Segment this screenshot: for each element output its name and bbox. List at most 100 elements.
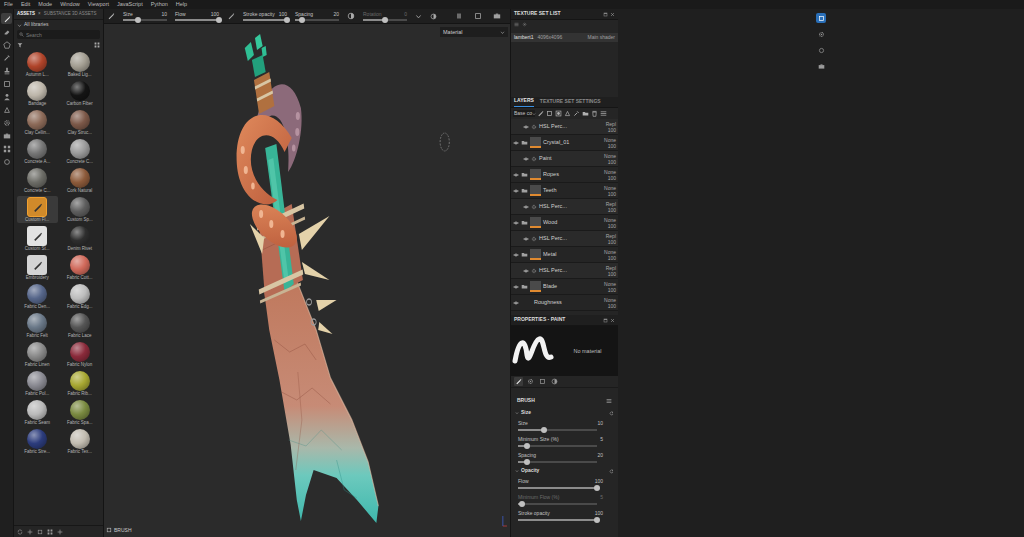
asset-item[interactable]: Embroidery (17, 254, 58, 281)
asset-item[interactable]: Bandage (17, 80, 58, 107)
channel-dropdown[interactable]: Base co (513, 110, 535, 118)
layer-name[interactable]: HSL Perc... (539, 122, 597, 130)
asset-item[interactable]: Fabric Spa... (60, 399, 101, 426)
menu-item[interactable]: Viewport (88, 0, 109, 9)
material-thumbnail[interactable] (70, 52, 90, 72)
slider-track[interactable] (518, 503, 597, 505)
layer-row[interactable]: RopesNone100 (511, 167, 618, 183)
layer-row[interactable]: HSL Perc...Repl100 (511, 231, 618, 247)
layer-row[interactable]: HSL Perc...Repl100 (511, 199, 618, 215)
blend-mode[interactable]: None (604, 249, 616, 255)
layer-opacity[interactable]: 100 (608, 223, 616, 229)
camera-icon[interactable] (1, 130, 12, 141)
slider-knob[interactable] (382, 17, 388, 23)
blend-mode[interactable]: Repl (606, 233, 616, 239)
material-thumbnail[interactable] (70, 139, 90, 159)
brush-parameter[interactable]: Size10 (511, 418, 618, 434)
library-label[interactable]: All libraries (24, 21, 48, 29)
trash-icon[interactable] (591, 110, 598, 117)
half-icon[interactable] (430, 13, 437, 20)
reset-icon[interactable] (609, 469, 614, 474)
blend-mode[interactable]: None (604, 137, 616, 143)
asset-item[interactable]: Fabric Felt (17, 312, 58, 339)
asset-item[interactable]: Fabric Stre... (17, 428, 58, 455)
layer-row[interactable]: TeethNone100 (511, 183, 618, 199)
layer-opacity[interactable]: 100 (608, 191, 616, 197)
asset-item[interactable]: Custom St... (17, 225, 58, 252)
asset-item[interactable]: Fabric Tex... (60, 428, 101, 455)
slider-knob[interactable] (594, 517, 600, 523)
asset-item[interactable]: Fabric Seam (17, 399, 58, 426)
asset-item[interactable]: Fabric Linen (17, 341, 58, 368)
camera-icon[interactable] (491, 11, 502, 22)
menu-icon[interactable] (606, 398, 612, 404)
material-thumbnail[interactable] (27, 168, 47, 188)
brush-icon[interactable] (1, 13, 12, 24)
layer-row[interactable]: WoodNone100 (511, 215, 618, 231)
slider-track[interactable] (243, 19, 287, 21)
brush-parameter[interactable]: Flow100 (511, 476, 618, 492)
layer-name[interactable]: Roughness (534, 298, 597, 306)
eye-icon[interactable] (513, 300, 519, 306)
asset-item[interactable]: Baked Lig... (60, 51, 101, 78)
asset-item[interactable]: Concrete A... (17, 138, 58, 165)
slider-track[interactable] (518, 487, 597, 489)
menu-icon[interactable] (600, 110, 607, 117)
material-thumbnail[interactable] (27, 400, 47, 420)
slider-track[interactable] (363, 19, 407, 21)
gear-icon[interactable] (1, 117, 12, 128)
layer-row[interactable]: undefinedRoughnessNone100 (511, 295, 618, 311)
layer-name[interactable]: Metal (543, 250, 597, 258)
layer-blend[interactable]: None100 (599, 137, 616, 149)
brush-icon[interactable] (107, 12, 115, 20)
plus-icon[interactable] (57, 529, 63, 535)
menu-item[interactable]: File (4, 0, 13, 9)
layer-opacity[interactable]: 100 (608, 287, 616, 293)
plus-icon[interactable] (27, 529, 33, 535)
layer-name[interactable]: Paint (539, 154, 597, 162)
viewport-mode-dropdown[interactable]: Material (440, 27, 508, 37)
parameter-value[interactable]: 5 (600, 494, 603, 500)
grid-icon[interactable] (1, 143, 12, 154)
slider-knob[interactable] (284, 17, 290, 23)
asset-tool-thumbnail[interactable] (27, 255, 47, 275)
square-icon[interactable] (546, 110, 553, 117)
slider-knob[interactable] (524, 459, 530, 465)
eye-icon[interactable] (513, 172, 519, 178)
circle-icon[interactable] (1, 156, 12, 167)
layer-opacity[interactable]: 100 (608, 159, 616, 165)
layers-tab[interactable]: TEXTURE SET SETTINGS (540, 98, 601, 108)
brush-icon[interactable] (514, 377, 523, 386)
asset-item[interactable]: Concrete C... (60, 138, 101, 165)
asset-item[interactable]: Fabric Cott... (60, 254, 101, 281)
circle-icon[interactable] (816, 45, 826, 55)
slider-track[interactable] (518, 429, 597, 431)
material-thumbnail[interactable] (70, 110, 90, 130)
square-icon[interactable] (37, 529, 43, 535)
menu-item[interactable]: Window (60, 0, 80, 9)
slider-knob[interactable] (541, 427, 547, 433)
blend-mode[interactable]: None (604, 281, 616, 287)
menu-item[interactable]: Help (176, 0, 187, 9)
layer-opacity[interactable]: 100 (608, 239, 616, 245)
asset-item[interactable]: Fabric Edg... (60, 283, 101, 310)
slider-knob[interactable] (299, 17, 305, 23)
grid-icon[interactable] (47, 529, 53, 535)
assets-tab[interactable]: SUBSTANCE 3D ASSETS (44, 11, 97, 18)
close-icon[interactable] (610, 12, 615, 17)
asset-item[interactable]: Autumn L... (17, 51, 58, 78)
blend-mode[interactable]: None (604, 185, 616, 191)
slider-knob[interactable] (594, 485, 600, 491)
layer-name[interactable]: Ropes (543, 170, 597, 178)
sync-icon[interactable] (17, 529, 23, 535)
toolbar-slider[interactable]: Spacing20 (295, 11, 339, 21)
slider-value[interactable]: 20 (333, 11, 339, 17)
square-icon[interactable] (472, 11, 483, 22)
layer-blend[interactable]: Repl100 (599, 265, 616, 277)
eye-icon[interactable] (523, 204, 529, 210)
slider-track[interactable] (175, 19, 219, 21)
brush-icon[interactable] (537, 110, 544, 117)
material-thumbnail[interactable] (27, 110, 47, 130)
asset-item[interactable]: Cork Natural (60, 167, 101, 194)
layer-opacity[interactable]: 100 (608, 271, 616, 277)
